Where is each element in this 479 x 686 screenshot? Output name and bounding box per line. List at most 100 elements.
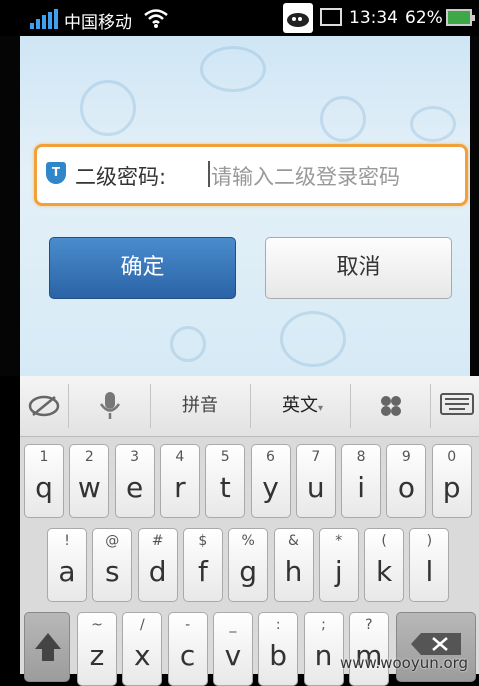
battery-icon — [446, 9, 475, 26]
left-border — [0, 36, 20, 376]
app-notification-icon — [283, 3, 313, 33]
key-letter: l — [425, 555, 434, 588]
shift-key[interactable] — [24, 612, 70, 682]
key-y[interactable]: 6y — [250, 444, 291, 518]
key-letter: r — [174, 471, 186, 504]
handwriting-icon[interactable] — [20, 376, 68, 436]
key-letter: p — [442, 471, 461, 504]
key-u[interactable]: 7u — [295, 444, 336, 518]
key-s[interactable]: @ s — [92, 528, 133, 602]
key-secondary-label: - — [185, 617, 191, 633]
key-secondary-label: * — [335, 533, 343, 549]
key-secondary-label: 4 — [175, 449, 185, 465]
soft-keyboard: 拼音 英文▾ 1q2w3e4r5t6y7u8i9o0p ! a @ s # d $ f% g & h… — [20, 376, 479, 686]
key-r[interactable]: 4r — [159, 444, 200, 518]
key-letter: j — [334, 555, 343, 588]
key-letter: c — [179, 639, 196, 672]
key-q[interactable]: 1q — [24, 444, 64, 518]
key-c[interactable]: -c — [167, 612, 208, 686]
key-letter: o — [397, 471, 415, 504]
key-m[interactable]: ? m — [348, 612, 389, 686]
key-letter: h — [284, 555, 303, 588]
background-doodle — [170, 326, 206, 362]
key-j[interactable]: * j — [318, 528, 359, 602]
key-secondary-label: : — [275, 617, 281, 633]
right-border — [470, 36, 479, 376]
key-letter: b — [269, 639, 288, 672]
key-secondary-label: 6 — [266, 449, 275, 465]
key-letter: i — [357, 471, 365, 504]
key-a[interactable]: ! a — [47, 528, 87, 602]
key-secondary-label: 1 — [39, 449, 49, 465]
key-letter: a — [58, 555, 76, 588]
key-secondary-label: 9 — [401, 449, 411, 465]
key-secondary-label: 8 — [356, 449, 366, 465]
signal-icon — [30, 9, 60, 29]
background-doodle — [410, 106, 456, 142]
key-letter: x — [134, 639, 151, 672]
key-letter: v — [224, 639, 242, 672]
key-letter: s — [105, 555, 120, 588]
status-bar: 中国移动 13:34 62% — [0, 0, 479, 36]
pinyin-tab[interactable]: 拼音 — [160, 376, 240, 436]
key-secondary-label: _ — [229, 617, 237, 633]
password-field[interactable]: T 二级密码: 请输入二级登录密码 — [34, 144, 468, 206]
key-secondary-label: ! — [64, 533, 70, 549]
key-k[interactable]: (k — [364, 528, 405, 602]
key-letter: k — [375, 555, 393, 588]
key-x[interactable]: / x — [122, 612, 163, 686]
password-label: 二级密码: — [75, 165, 167, 189]
key-e[interactable]: 3e — [114, 444, 155, 518]
key-secondary-label: ( — [381, 533, 387, 549]
clock: 13:34 — [349, 8, 398, 28]
password-placeholder: 请输入二级登录密码 — [211, 165, 400, 189]
menu-icon[interactable] — [360, 376, 422, 436]
text-cursor — [208, 161, 210, 187]
password-dialog: T 二级密码: 请输入二级登录密码 确定 取消 — [20, 36, 470, 376]
key-secondary-label: / — [139, 617, 145, 633]
key-secondary-label: ? — [365, 617, 373, 633]
cancel-button[interactable]: 取消 — [265, 237, 452, 299]
key-letter: g — [239, 555, 258, 588]
key-secondary-label: # — [151, 533, 164, 549]
key-n[interactable]: ; n — [303, 612, 344, 686]
key-letter: w — [77, 471, 101, 504]
key-secondary-label: & — [288, 533, 299, 549]
key-secondary-label: 5 — [220, 449, 230, 465]
key-letter: q — [35, 471, 53, 504]
background-doodle — [320, 96, 366, 142]
wifi-icon — [144, 9, 168, 28]
key-letter: u — [306, 471, 325, 504]
key-f[interactable]: $ f — [182, 528, 223, 602]
key-w[interactable]: 2w — [69, 444, 110, 518]
key-secondary-label: 2 — [84, 449, 94, 465]
key-o[interactable]: 9o — [386, 444, 427, 518]
microphone-icon[interactable] — [80, 376, 140, 436]
key-letter: e — [125, 471, 144, 504]
keyboard-hide-icon[interactable] — [434, 376, 479, 436]
key-secondary-label: % — [241, 533, 255, 549]
shield-icon: T — [46, 162, 66, 184]
key-z[interactable]: ~ z — [77, 612, 117, 686]
key-secondary-label: @ — [105, 533, 120, 549]
key-p[interactable]: 0p — [431, 444, 472, 518]
background-doodle — [280, 311, 346, 367]
key-letter: d — [148, 555, 167, 588]
english-tab-label: 英文 — [281, 395, 318, 416]
key-i[interactable]: 8i — [341, 444, 382, 518]
chevron-down-icon: ▾ — [317, 403, 324, 414]
key-g[interactable]: % g — [228, 528, 269, 602]
key-t[interactable]: 5t — [205, 444, 246, 518]
english-tab[interactable]: 英文▾ — [260, 376, 345, 436]
carrier-name: 中国移动 — [64, 13, 132, 33]
key-letter: t — [219, 471, 231, 504]
key-b[interactable]: :b — [258, 612, 299, 686]
key-d[interactable]: # d — [137, 528, 178, 602]
key-secondary-label: 3 — [130, 449, 140, 465]
confirm-button[interactable]: 确定 — [49, 237, 236, 299]
key-letter: n — [314, 639, 333, 672]
key-v[interactable]: _ v — [212, 612, 253, 686]
key-h[interactable]: & h — [273, 528, 314, 602]
key-l[interactable]: ) l — [409, 528, 450, 602]
background-doodle — [200, 46, 266, 92]
